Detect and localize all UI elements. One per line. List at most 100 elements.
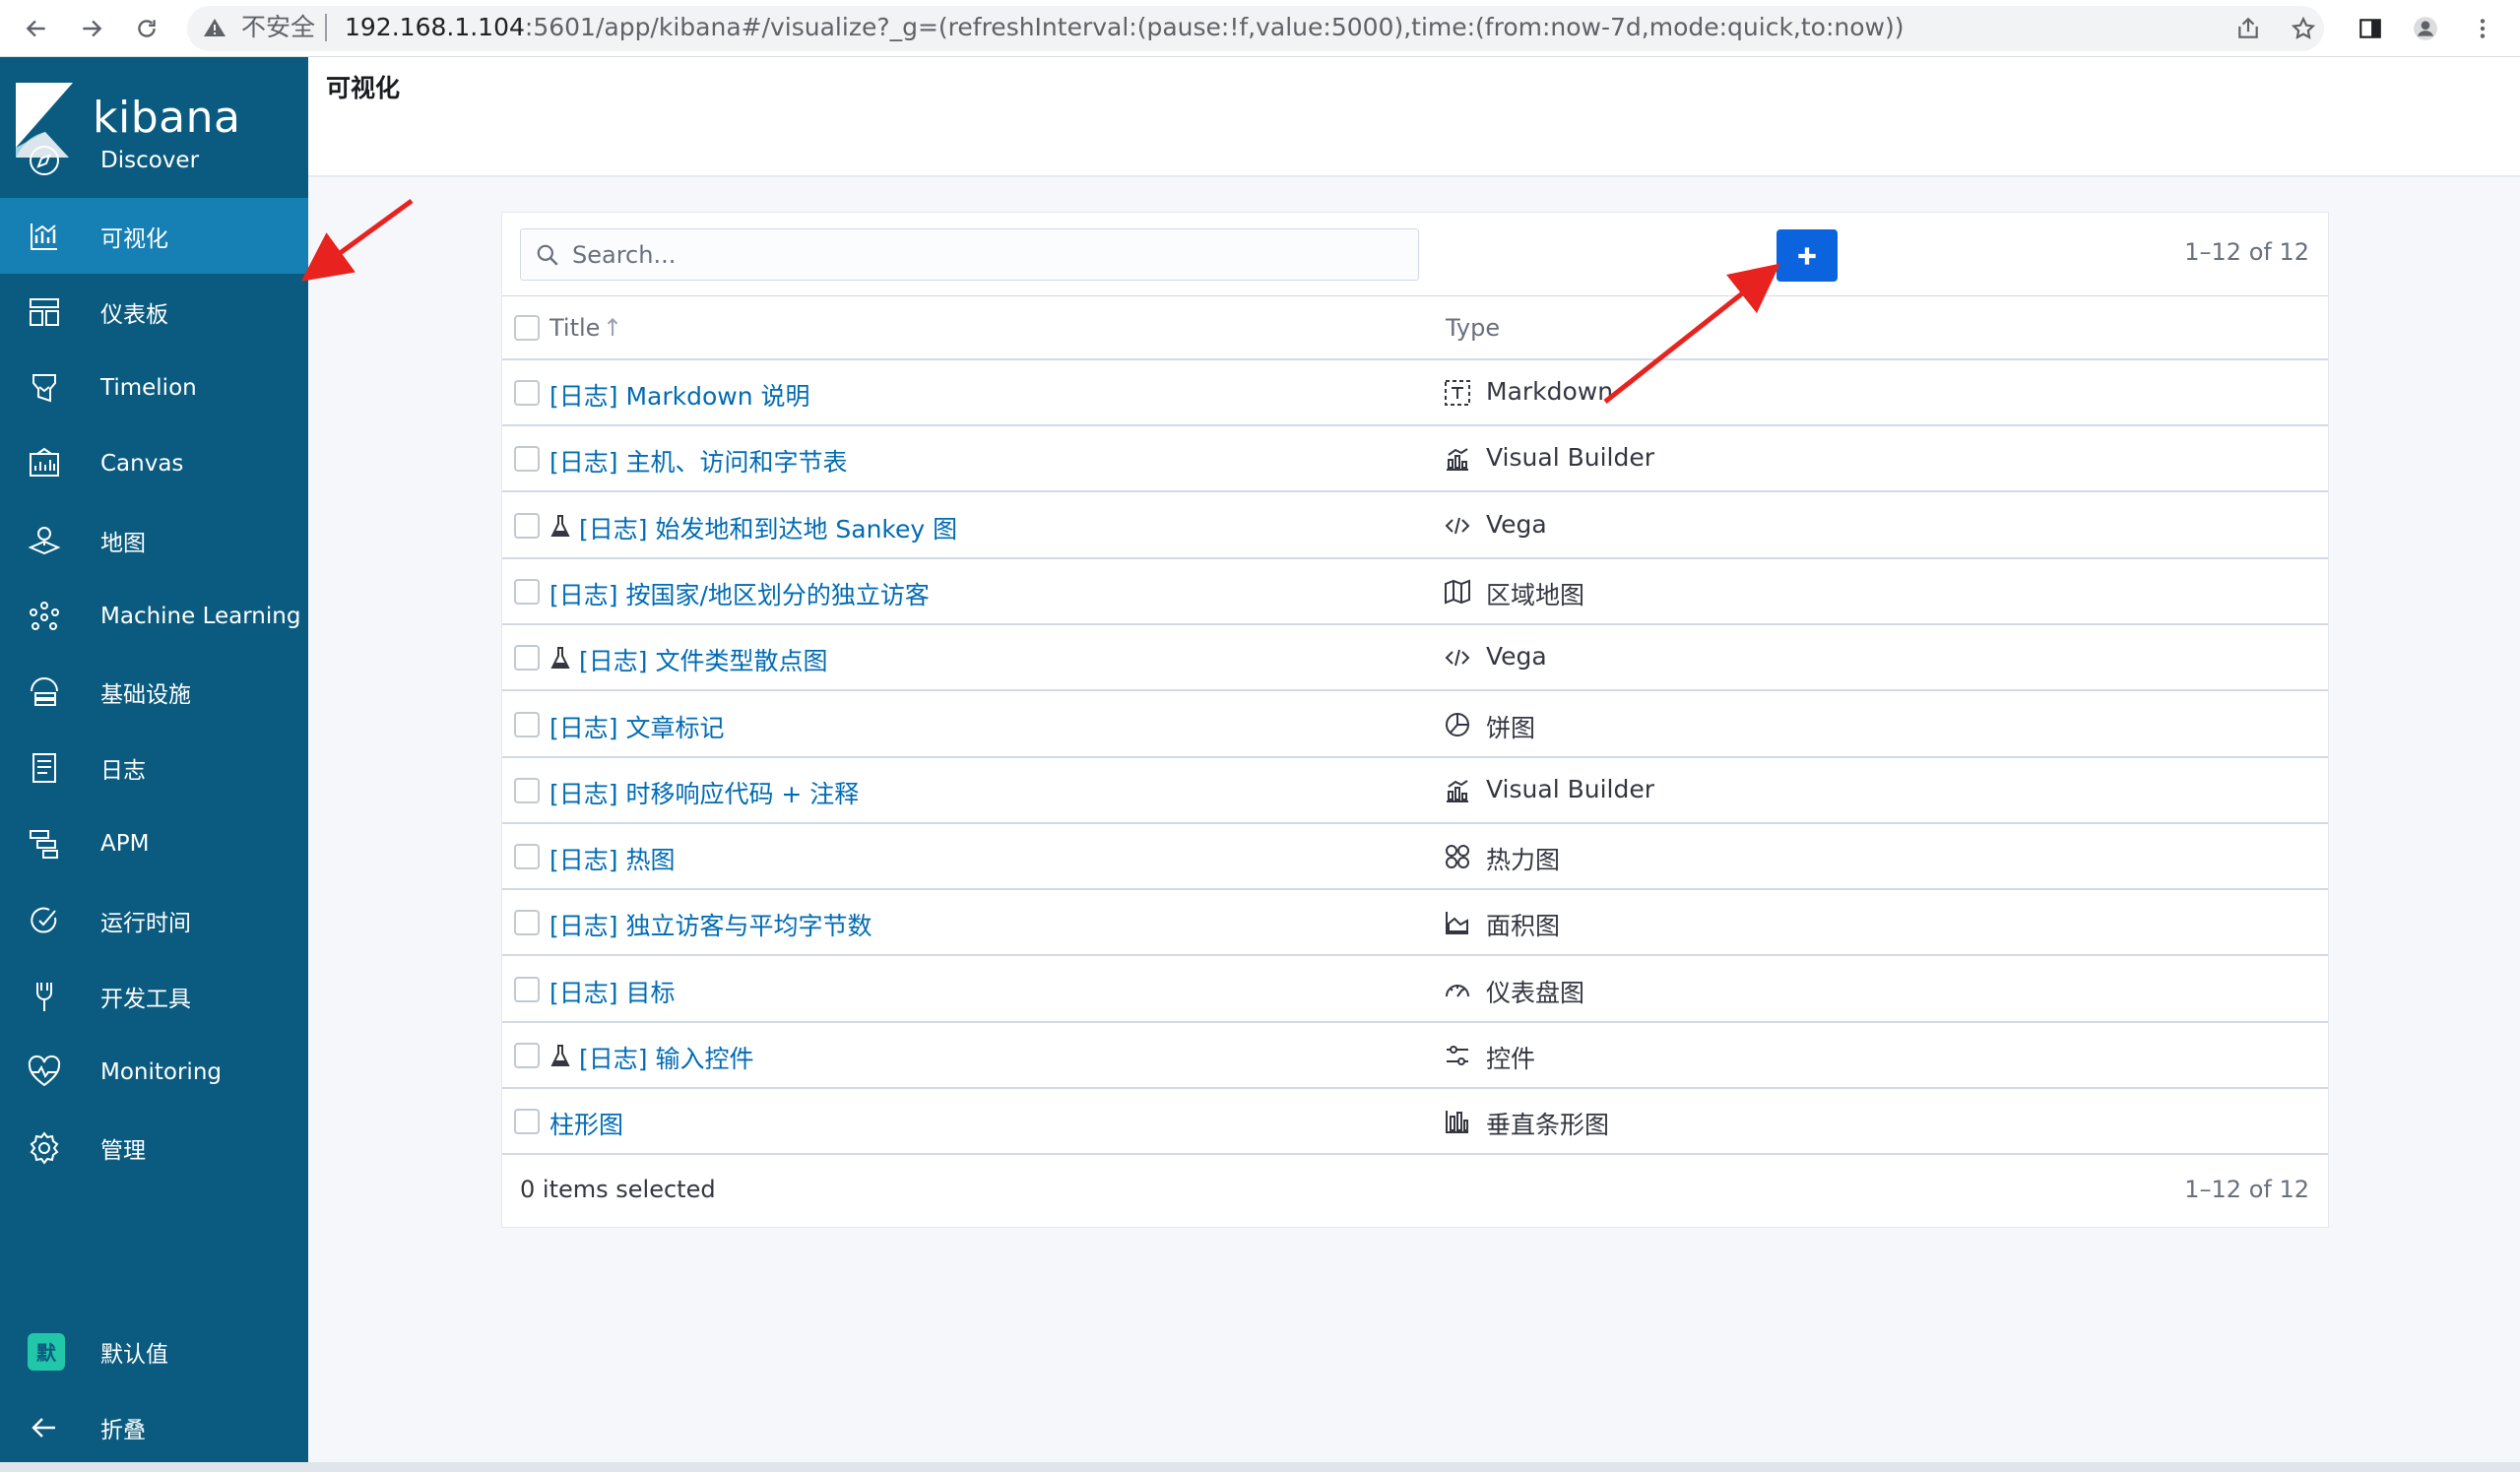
dev-tools-icon	[26, 978, 63, 1015]
row-checkbox[interactable]	[514, 910, 540, 936]
row-checkbox[interactable]	[514, 578, 540, 605]
visualization-title-link[interactable]: [日志] 输入控件	[579, 1040, 753, 1075]
url-text[interactable]: 192.168.1.104:5601/app/kibana#/visualize…	[345, 12, 1905, 43]
sidebar-item-label: 基础设施	[100, 681, 191, 708]
row-checkbox[interactable]	[514, 446, 540, 473]
sidebar-item-item-6[interactable]: 地图	[0, 502, 308, 578]
search-icon	[537, 244, 558, 266]
search-input[interactable]	[570, 235, 1401, 275]
sidebar-item-timelion[interactable]: Timelion	[0, 351, 308, 426]
pagination-summary-bottom: 1–12 of 12	[2184, 1176, 2309, 1203]
visualization-title-link[interactable]: [日志] 热图	[549, 841, 675, 876]
compass-icon	[26, 142, 63, 179]
sidebar-item-monitoring[interactable]: Monitoring	[0, 1034, 308, 1110]
row-checkbox[interactable]	[514, 645, 540, 672]
selection-count: 0 items selected	[520, 1176, 716, 1203]
collapse-button[interactable]: 折叠	[0, 1389, 308, 1465]
url-host: 192.168.1.104	[345, 13, 525, 41]
space-switcher[interactable]: 默 默认值	[0, 1313, 308, 1389]
column-header-type: Type	[1446, 314, 1501, 342]
visualization-type: Markdown	[1486, 377, 1614, 406]
column-header-title[interactable]: Title	[549, 314, 600, 342]
visualization-title-link[interactable]: [日志] 文章标记	[549, 709, 724, 744]
markdown-icon	[1443, 378, 1472, 408]
row-checkbox[interactable]	[514, 976, 540, 1002]
sidebar-item-item-12[interactable]: 开发工具	[0, 958, 308, 1034]
share-icon[interactable]	[2231, 12, 2265, 45]
page-header: 可视化	[308, 57, 2520, 177]
profile-icon[interactable]	[2409, 12, 2442, 45]
page-title: 可视化	[326, 74, 401, 102]
sidebar-item-label: APM	[100, 831, 150, 858]
arrow-left-icon	[26, 1409, 63, 1446]
table-header: Title ↑ Type	[502, 295, 2328, 360]
sidebar-item-item-14[interactable]: 管理	[0, 1111, 308, 1186]
sidebar-item-item-8[interactable]: 基础设施	[0, 654, 308, 730]
reload-icon[interactable]	[130, 12, 163, 45]
visualization-type: 区域地图	[1486, 580, 1585, 609]
sidebar-item-label: 管理	[100, 1138, 146, 1165]
sidebar-item-item-11[interactable]: 运行时间	[0, 882, 308, 958]
sidebar: kibana Discover 可视化 仪表板 Timelion Canvas 地图 Mac…	[0, 57, 308, 1462]
table-row: [日志] 目标 仪表盘图	[502, 957, 2328, 1023]
sidebar-item-canvas[interactable]: Canvas	[0, 426, 308, 502]
visualization-title-link[interactable]: [日志] 文件类型散点图	[579, 642, 827, 677]
visualization-type: 面积图	[1486, 912, 1561, 941]
gauge-icon	[1443, 975, 1472, 1004]
search-field[interactable]	[520, 228, 1419, 281]
visualization-title-link[interactable]: [日志] 目标	[549, 974, 675, 1009]
create-visualization-button[interactable]	[1777, 229, 1838, 282]
visualization-type: Visual Builder	[1486, 443, 1654, 473]
sidebar-item-label: Machine Learning	[100, 603, 301, 629]
controls-icon	[1443, 1041, 1472, 1070]
collapse-label: 折叠	[100, 1417, 146, 1443]
back-icon[interactable]	[20, 12, 53, 45]
visualization-title-link[interactable]: [日志] 主机、访问和字节表	[549, 443, 847, 479]
sidebar-item-discover[interactable]: Discover	[0, 122, 308, 198]
map-icon	[1443, 577, 1472, 607]
sidebar-item-label: Canvas	[100, 451, 184, 478]
sidebar-item-label: 可视化	[100, 225, 168, 252]
sidebar-item-label: Discover	[100, 147, 200, 173]
visualization-title-link[interactable]: [日志] 独立访客与平均字节数	[549, 907, 872, 942]
apm-icon	[26, 825, 63, 863]
row-checkbox[interactable]	[514, 844, 540, 870]
row-checkbox[interactable]	[514, 512, 540, 539]
table-row: [日志] 独立访客与平均字节数 面积图	[502, 890, 2328, 957]
visualization-title-link[interactable]: 柱形图	[549, 1106, 623, 1141]
visualization-title-link[interactable]: [日志] 时移响应代码 + 注释	[549, 775, 859, 810]
sidebar-item-label: Timelion	[100, 375, 197, 402]
canvas-icon	[26, 445, 63, 482]
sort-ascending-icon[interactable]: ↑	[603, 314, 622, 342]
visualization-type: 热力图	[1486, 846, 1561, 875]
table-row: [日志] Markdown 说明 Markdown	[502, 360, 2328, 426]
sidebar-item-label: 运行时间	[100, 910, 191, 936]
bookmark-star-icon[interactable]	[2287, 12, 2320, 45]
sidebar-item-label: Monitoring	[100, 1058, 222, 1085]
select-all-checkbox[interactable]	[514, 315, 540, 341]
visualization-title-link[interactable]: [日志] Markdown 说明	[549, 377, 810, 413]
visual-builder-icon	[1443, 444, 1472, 474]
sidebar-item-item-2[interactable]: 可视化	[0, 198, 308, 275]
sidebar-item-item-3[interactable]: 仪表板	[0, 274, 308, 350]
bar-chart-icon	[1443, 1107, 1472, 1136]
pagination-summary-top: 1–12 of 12	[2184, 238, 2309, 266]
security-label[interactable]: 不安全	[241, 12, 315, 43]
sidebar-item-item-9[interactable]: 日志	[0, 731, 308, 806]
visualization-type: Visual Builder	[1486, 774, 1654, 803]
menu-kebab-icon[interactable]	[2466, 12, 2499, 45]
forward-icon[interactable]	[75, 12, 108, 45]
row-checkbox[interactable]	[514, 1043, 540, 1068]
row-checkbox[interactable]	[514, 1109, 540, 1135]
visualization-title-link[interactable]: [日志] 始发地和到达地 Sankey 图	[579, 510, 957, 545]
sidebar-item-machine-learning[interactable]: Machine Learning	[0, 578, 308, 654]
table-row: [日志] 文件类型散点图 Vega	[502, 625, 2328, 692]
sidebar-item-apm[interactable]: APM	[0, 806, 308, 882]
infrastructure-icon	[26, 673, 63, 711]
machine-learning-icon	[26, 598, 63, 635]
row-checkbox[interactable]	[514, 380, 540, 406]
row-checkbox[interactable]	[514, 777, 540, 803]
visualization-title-link[interactable]: [日志] 按国家/地区划分的独立访客	[549, 576, 930, 611]
side-panel-icon[interactable]	[2354, 12, 2387, 45]
row-checkbox[interactable]	[514, 711, 540, 737]
